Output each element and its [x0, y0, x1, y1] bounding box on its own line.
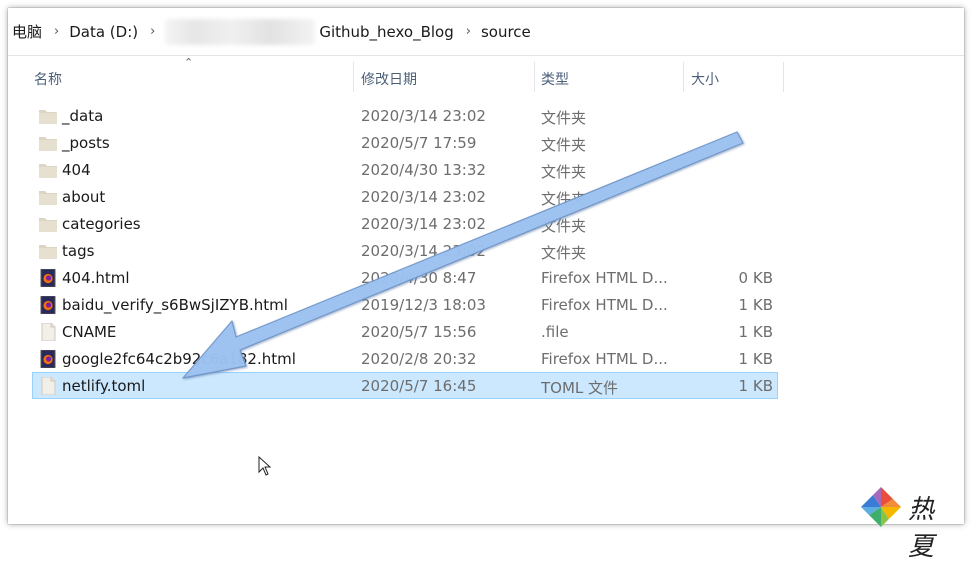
file-type: Firefox HTML D...	[541, 350, 668, 368]
file-name: about	[62, 188, 106, 206]
breadcrumb-github-hexo-blog[interactable]: Github_hexo_Blog	[319, 23, 453, 41]
blank-file-icon	[41, 377, 56, 395]
file-name: netlify.toml	[62, 377, 146, 395]
file-size: 1 KB	[738, 350, 773, 368]
file-name: 404.html	[62, 269, 130, 287]
column-header-size[interactable]: 大小	[691, 69, 719, 89]
folder-icon	[39, 218, 57, 232]
file-size: 0 KB	[738, 269, 773, 287]
file-name: _posts	[62, 134, 110, 152]
file-name: CNAME	[62, 323, 117, 341]
file-size: 1 KB	[738, 377, 773, 395]
file-row-categories[interactable]: categories 2020/3/14 23:02 文件夹	[32, 210, 778, 237]
file-row-about[interactable]: about 2020/3/14 23:02 文件夹	[32, 183, 778, 210]
file-date: 2020/5/7 17:59	[361, 134, 477, 152]
file-type: 文件夹	[541, 244, 587, 262]
folder-icon	[39, 245, 57, 259]
sort-ascending-icon: ⌃	[184, 56, 194, 69]
folder-icon	[39, 110, 57, 124]
file-size: 1 KB	[738, 323, 773, 341]
file-size: 1 KB	[738, 296, 773, 314]
file-type: .file	[541, 323, 569, 341]
chevron-right-icon[interactable]: ›	[150, 24, 155, 39]
column-header-name[interactable]: 名称	[34, 69, 62, 89]
file-date: 2020/4/30 13:32	[361, 161, 486, 179]
address-bar[interactable]: 电脑 › Data (D:) › Github_hexo_Blog › sour…	[8, 8, 964, 56]
file-date: 2020/3/14 23:02	[361, 107, 486, 125]
file-date: 2020/4/30 8:47	[361, 269, 477, 287]
breadcrumb-data-drive[interactable]: Data (D:)	[69, 23, 138, 41]
file-date: 2020/3/14 23:02	[361, 215, 486, 233]
file-name: 404	[62, 161, 91, 179]
file-row-baidu-verify[interactable]: baidu_verify_s6BwSjIZYB.html 2019/12/3 1…	[32, 291, 778, 318]
watermark-text: 热夏	[908, 495, 941, 562]
watermark-logo: 热夏	[858, 484, 966, 562]
file-type: TOML 文件	[541, 379, 619, 397]
column-divider[interactable]	[783, 62, 784, 92]
file-name: categories	[62, 215, 141, 233]
file-type: 文件夹	[541, 190, 587, 208]
firefox-html-icon	[40, 269, 56, 287]
file-row-404-folder[interactable]: 404 2020/4/30 13:32 文件夹	[32, 156, 778, 183]
file-row-tags[interactable]: tags 2020/3/14 23:02 文件夹	[32, 237, 778, 264]
column-header: ⌃ 名称 修改日期 类型 大小	[8, 56, 964, 100]
blank-file-icon	[41, 323, 56, 341]
column-divider[interactable]	[683, 62, 684, 92]
explorer-window: 电脑 › Data (D:) › Github_hexo_Blog › sour…	[8, 8, 964, 524]
file-date: 2020/3/14 23:02	[361, 242, 486, 260]
blurred-folder-name	[165, 18, 316, 45]
file-type: 文件夹	[541, 109, 587, 127]
firefox-html-icon	[40, 296, 56, 314]
file-date: 2020/5/7 16:45	[361, 377, 477, 395]
file-name: baidu_verify_s6BwSjIZYB.html	[62, 296, 288, 314]
file-type: 文件夹	[541, 163, 587, 181]
chevron-right-icon[interactable]: ›	[54, 24, 59, 39]
column-divider[interactable]	[353, 62, 354, 92]
chevron-right-icon[interactable]: ›	[466, 24, 471, 39]
file-row-google-verify[interactable]: google2fc64c2b92c6a182.html 2020/2/8 20:…	[32, 345, 778, 372]
column-divider[interactable]	[534, 62, 535, 92]
column-header-date[interactable]: 修改日期	[361, 69, 417, 89]
folder-icon	[39, 164, 57, 178]
firefox-html-icon	[40, 350, 56, 368]
file-name: tags	[62, 242, 95, 260]
file-row-cname[interactable]: CNAME 2020/5/7 15:56 .file 1 KB	[32, 318, 778, 345]
pinwheel-logo-icon	[861, 487, 901, 527]
file-type: 文件夹	[541, 136, 587, 154]
folder-icon	[39, 137, 57, 151]
folder-icon	[39, 191, 57, 205]
file-row-netlify-toml[interactable]: netlify.toml 2020/5/7 16:45 TOML 文件 1 KB	[32, 372, 778, 399]
file-name: _data	[62, 107, 104, 125]
file-date: 2019/12/3 18:03	[361, 296, 486, 314]
file-row-404-html[interactable]: 404.html 2020/4/30 8:47 Firefox HTML D..…	[32, 264, 778, 291]
file-name: google2fc64c2b92c6a182.html	[62, 350, 296, 368]
breadcrumb-this-pc[interactable]: 电脑	[12, 21, 42, 42]
file-type: Firefox HTML D...	[541, 296, 668, 314]
column-header-type[interactable]: 类型	[541, 69, 569, 89]
file-type: 文件夹	[541, 217, 587, 235]
file-date: 2020/3/14 23:02	[361, 188, 486, 206]
file-type: Firefox HTML D...	[541, 269, 668, 287]
file-row-posts[interactable]: _posts 2020/5/7 17:59 文件夹	[32, 129, 778, 156]
breadcrumb-source[interactable]: source	[481, 23, 531, 41]
file-row-data[interactable]: _data 2020/3/14 23:02 文件夹	[32, 102, 778, 129]
file-date: 2020/5/7 15:56	[361, 323, 477, 341]
file-date: 2020/2/8 20:32	[361, 350, 477, 368]
mouse-cursor-icon	[258, 456, 272, 476]
